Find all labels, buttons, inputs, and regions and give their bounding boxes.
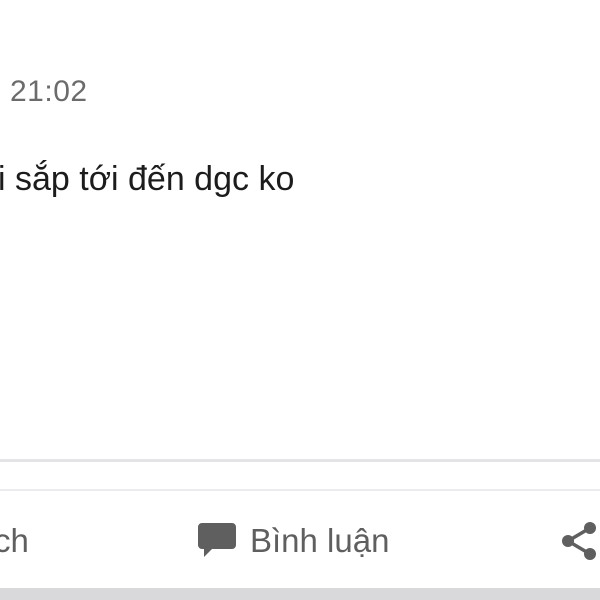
- comment-button[interactable]: Bình luận: [196, 521, 389, 561]
- like-button[interactable]: ch: [0, 521, 29, 561]
- card-separator: [0, 588, 600, 600]
- like-button-label: ch: [0, 522, 29, 559]
- divider: [0, 459, 600, 462]
- post-action-bar: ch Bình luận: [0, 491, 600, 588]
- comment-button-label: Bình luận: [250, 522, 390, 559]
- share-icon: [558, 519, 600, 563]
- post-card: 21:02 i sắp tới đến dgc ko ch Bình luận: [0, 0, 600, 600]
- post-timestamp: 21:02: [10, 75, 88, 108]
- speech-bubble-icon: [196, 521, 238, 561]
- post-body-text: i sắp tới đến dgc ko: [0, 160, 295, 198]
- share-button[interactable]: [558, 519, 600, 563]
